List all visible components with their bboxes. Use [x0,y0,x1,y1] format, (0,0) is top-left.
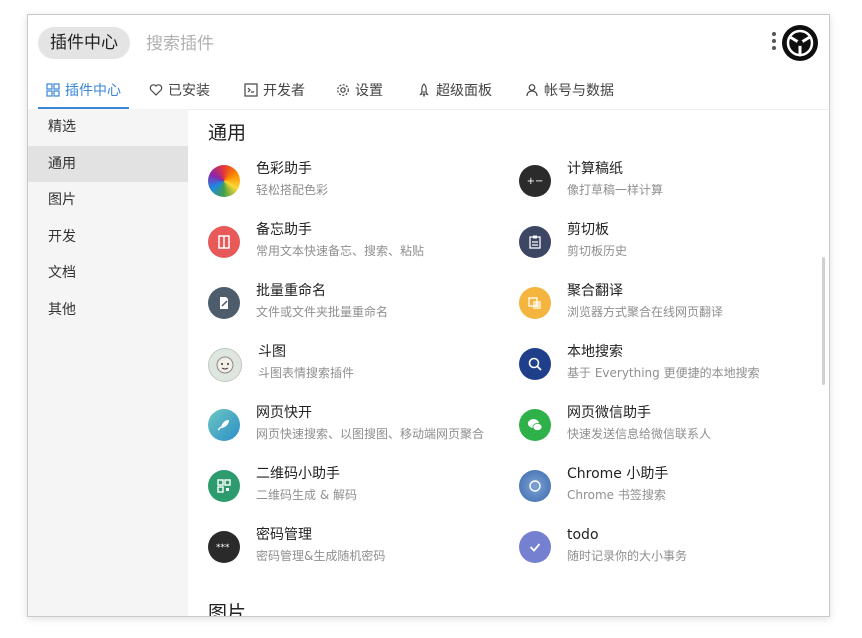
scrollbar[interactable] [822,257,825,385]
plugin-desc: 常用文本快速备忘、搜索、粘贴 [256,244,425,258]
tab-label: 开发者 [263,83,305,99]
app-label-pill[interactable]: 插件中心 [38,27,130,59]
plugin-item[interactable]: 色彩助手轻松搭配色彩 [208,159,508,207]
plugin-name: 网页微信助手 [567,405,651,421]
qrcode-icon [208,470,240,502]
tab-bar: 插件中心 已安装 开发者 设置 超级面板 帐号与数据 [28,73,829,110]
plugin-desc: 剪切板历史 [567,244,628,258]
plugin-item[interactable]: Chrome 小助手 Chrome 书签搜索 [519,464,819,512]
user-icon [525,83,539,97]
terminal-icon [244,83,258,97]
plugin-name: 网页快开 [256,405,312,421]
notebook-icon [208,226,240,258]
plugin-name: 色彩助手 [256,161,312,177]
plugin-name: 斗图 [258,344,286,360]
plugin-item[interactable]: 备忘助手常用文本快速备忘、搜索、粘贴 [208,220,508,268]
tab-super-panel[interactable]: 超级面板 [417,73,492,107]
check-icon [519,531,551,563]
plugin-item[interactable]: 本地搜索基于 Everything 更便捷的本地搜索 [519,342,819,390]
plugin-desc: 密码管理&生成随机密码 [256,549,386,563]
tab-label: 已安装 [168,83,210,99]
plugin-item[interactable]: 网页快开网页快速搜索、以图搜图、移动端网页聚合 [208,403,508,451]
plugin-desc: 快速发送信息给微信联系人 [567,427,712,441]
plugin-item[interactable]: 网页微信助手快速发送信息给微信联系人 [519,403,819,451]
calculator-icon: +− [519,165,551,197]
plugin-desc: 像打草稿一样计算 [567,183,664,197]
tab-label: 设置 [355,83,383,99]
plugin-desc: 随时记录你的大小事务 [567,549,688,563]
color-wheel-icon [208,165,240,197]
sidebar-item-general[interactable]: 通用 [28,145,188,182]
plugin-desc: 浏览器方式聚合在线网页翻译 [567,305,724,319]
plugin-desc: Chrome 书签搜索 [567,488,666,502]
plugin-item[interactable]: todo 随时记录你的大小事务 [519,525,819,573]
rename-icon [208,287,240,319]
plugin-name: 备忘助手 [256,222,312,238]
plugin-name: Chrome 小助手 [567,466,669,482]
plugin-name: 二维码小助手 [256,466,340,482]
tab-installed[interactable]: 已安装 [149,73,210,107]
section-title: 通用 [208,122,247,144]
svg-text:***: *** [216,543,230,551]
translate-icon [519,287,551,319]
meme-face-icon [208,348,242,382]
plugin-desc: 基于 Everything 更便捷的本地搜索 [567,366,760,380]
sidebar-item-documents[interactable]: 文档 [28,255,188,292]
tab-settings[interactable]: 设置 [336,73,383,107]
plugin-name: 剪切板 [567,222,609,238]
plugin-item[interactable]: *** 密码管理密码管理&生成随机密码 [208,525,508,573]
password-icon: *** [208,531,240,563]
heart-icon [149,83,163,97]
plugin-item[interactable]: +− 计算稿纸像打草稿一样计算 [519,159,819,207]
plugin-list-panel: 通用 色彩助手轻松搭配色彩 +− 计算稿纸像打草稿一样计算 备忘助手常用文本快速… [188,109,829,616]
plugin-desc: 斗图表情搜索插件 [258,366,355,380]
app-logo-icon[interactable] [782,25,818,61]
plugin-item[interactable]: 剪切板 剪切板历史 [519,220,819,268]
gear-icon [336,83,350,97]
sidebar-item-featured[interactable]: 精选 [28,109,188,146]
search-icon [519,348,551,380]
grid-icon [46,83,60,97]
plugin-name: 聚合翻译 [567,283,623,299]
sidebar-item-other[interactable]: 其他 [28,292,188,329]
plugin-desc: 轻松搭配色彩 [256,183,329,197]
plugin-name: 批量重命名 [256,283,326,299]
rocket-icon [208,409,240,441]
plugin-name: 密码管理 [256,527,312,543]
wechat-icon [519,409,551,441]
plugin-item[interactable]: 批量重命名文件或文件夹批量重命名 [208,281,508,329]
plugin-name: todo [567,527,599,543]
category-sidebar: 精选 通用 图片 开发 文档 其他 [28,109,188,616]
tab-label: 帐号与数据 [544,83,614,99]
tab-account-data[interactable]: 帐号与数据 [525,73,614,107]
plugin-desc: 二维码生成 & 解码 [256,488,357,502]
tab-label: 超级面板 [436,83,492,99]
plugin-name: 计算稿纸 [567,161,623,177]
more-options-icon[interactable] [770,32,778,56]
plugin-name: 本地搜索 [567,344,623,360]
clipboard-icon [519,226,551,258]
app-window: 插件中心 插件中心 已安装 开发者 [27,14,830,617]
plugin-desc: 网页快速搜索、以图搜图、移动端网页聚合 [256,427,485,441]
chrome-icon [519,470,551,502]
plugin-desc: 文件或文件夹批量重命名 [256,305,389,319]
tab-label: 插件中心 [65,83,121,99]
header: 插件中心 [28,15,829,73]
plugin-item[interactable]: 聚合翻译浏览器方式聚合在线网页翻译 [519,281,819,329]
tab-plugin-center[interactable]: 插件中心 [38,73,129,109]
plugin-item[interactable]: 斗图斗图表情搜索插件 [208,342,508,390]
plugin-item[interactable]: 二维码小助手二维码生成 & 解码 [208,464,508,512]
tab-developer[interactable]: 开发者 [244,73,305,107]
next-section-title: 图片 [208,602,247,616]
search-input[interactable] [144,27,708,61]
sidebar-item-development[interactable]: 开发 [28,219,188,256]
sidebar-item-images[interactable]: 图片 [28,182,188,219]
rocket-icon [417,83,431,97]
